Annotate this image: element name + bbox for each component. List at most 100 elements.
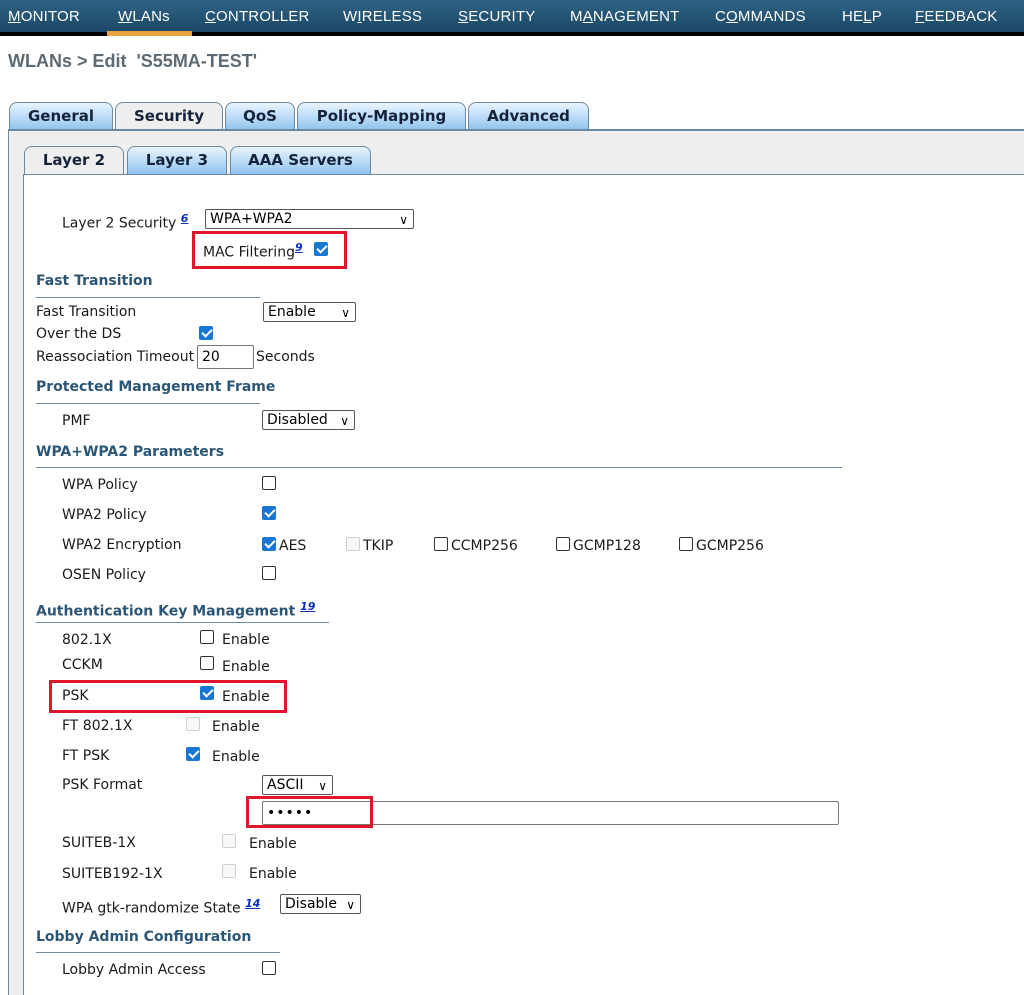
gcmp128-checkbox[interactable] [556,537,570,551]
akm-title: Authentication Key Management [36,603,296,620]
wpa-policy-label: WPA Policy [62,477,138,493]
fast-transition-value: Enable [268,304,316,320]
wpa-policy-checkbox[interactable] [262,476,276,490]
mac-filtering-checkbox[interactable] [314,242,328,256]
section-rule [36,622,329,623]
ft-psk-enable-label: Enable [212,749,260,765]
chevron-down-icon: ∨ [318,779,327,793]
section-lobby-admin: Lobby Admin Configuration [36,929,252,945]
psk-enable-label: Enable [222,689,270,705]
gtk-randomize-label: WPA gtk-randomize State 14 [62,897,260,917]
subtab-aaa-servers[interactable]: AAA Servers [230,146,371,174]
section-wpa-params: WPA+WPA2 Parameters [36,444,225,460]
layer2-security-select[interactable]: WPA+WPA2 ∨ [205,209,414,229]
chevron-down-icon: ∨ [399,213,408,227]
layer2-security-label: Layer 2 Security 6 [62,212,188,232]
osen-policy-label: OSEN Policy [62,567,146,583]
psk-format-value: ASCII [267,777,304,793]
wpa2-policy-checkbox[interactable] [262,506,276,520]
ft-8021x-enable-label: Enable [212,719,260,735]
psk-format-select[interactable]: ASCII ∨ [262,775,333,795]
tab-advanced[interactable]: Advanced [468,102,589,130]
tab-qos[interactable]: QoS [225,102,295,130]
wpa2-policy-label: WPA2 Policy [62,507,147,523]
reassociation-unit-label: Seconds [256,349,315,365]
tab-security[interactable]: Security [115,102,223,132]
gtk-randomize-value: Disable [285,896,337,912]
over-ds-label: Over the DS [36,326,122,342]
suiteb192-enable-label: Enable [249,866,297,882]
section-fast-transition: Fast Transition [36,273,153,289]
dot1x-checkbox[interactable] [200,630,214,644]
aes-label: AES [279,538,307,554]
reassociation-timeout-input[interactable]: 20 [197,345,254,369]
gcmp128-label: GCMP128 [573,538,641,554]
suiteb-label: SUITEB-1X [62,835,136,851]
ccmp256-label: CCMP256 [451,538,518,554]
tab-policy-mapping[interactable]: Policy-Mapping [297,102,466,130]
wpa2-encryption-label: WPA2 Encryption [62,537,182,553]
nav-help[interactable]: HELP [842,8,882,25]
osen-policy-checkbox[interactable] [262,566,276,580]
suiteb192-checkbox [222,864,236,878]
nav-commands[interactable]: COMMANDS [715,8,806,25]
ft-8021x-checkbox [186,717,200,731]
nav-wlans[interactable]: WLANs [118,8,170,25]
tkip-checkbox [346,537,360,551]
psk-format-label: PSK Format [62,777,143,793]
ft-8021x-label: FT 802.1X [62,718,133,734]
layer2-ref-link[interactable]: 6 [181,212,189,225]
chevron-down-icon: ∨ [346,898,355,912]
pmf-select[interactable]: Disabled ∨ [262,410,355,430]
gcmp256-label: GCMP256 [696,538,764,554]
mac-filtering-label: MAC Filtering9 [203,241,303,261]
nav-management[interactable]: MANAGEMENT [570,8,680,25]
gtk-ref-link[interactable]: 14 [245,897,260,910]
nav-wireless[interactable]: WIRELESS [343,8,422,25]
reassociation-timeout-label: Reassociation Timeout [36,349,195,365]
subtab-layer-2[interactable]: Layer 2 [24,146,124,175]
layer2-security-value: WPA+WPA2 [210,211,293,227]
pmf-value: Disabled [267,412,328,428]
ccmp256-checkbox[interactable] [434,537,448,551]
fast-transition-label: Fast Transition [36,304,137,320]
gtk-randomize-select[interactable]: Disable ∨ [280,894,361,914]
mac-filtering-ref-link[interactable]: 9 [295,241,303,254]
ft-psk-checkbox[interactable] [186,747,200,761]
breadcrumb: WLANs > Edit 'S55MA-TEST' [8,51,258,71]
dot1x-enable-label: Enable [222,632,270,648]
pmf-label: PMF [62,413,91,429]
nav-active-indicator [107,31,192,36]
psk-password-input[interactable]: ••••• [262,801,839,825]
psk-label: PSK [62,688,89,704]
section-rule [36,467,842,468]
top-nav-bar: MONITOR WLANs CONTROLLER WIRELESS SECURI… [0,0,1024,36]
suiteb-enable-label: Enable [249,836,297,852]
akm-ref-link[interactable]: 19 [300,600,315,613]
mac-filtering-text: MAC Filtering [203,244,295,261]
nav-monitor[interactable]: MONITOR [8,8,80,25]
cckm-checkbox[interactable] [200,656,214,670]
lobby-admin-access-checkbox[interactable] [262,961,276,975]
nav-feedback[interactable]: FEEDBACK [915,8,997,25]
lobby-admin-access-label: Lobby Admin Access [62,962,206,978]
section-pmf: Protected Management Frame [36,379,276,395]
section-rule [36,952,280,953]
subtab-layer-3[interactable]: Layer 3 [127,146,227,174]
tab-general[interactable]: General [9,102,113,130]
chevron-down-icon: ∨ [340,414,349,428]
aes-checkbox[interactable] [262,537,276,551]
nav-security[interactable]: SECURITY [458,8,535,25]
fast-transition-select[interactable]: Enable ∨ [263,302,356,322]
psk-checkbox[interactable] [200,686,214,700]
section-akm: Authentication Key Management 19 [36,600,315,620]
gcmp256-checkbox[interactable] [679,537,693,551]
gtk-randomize-text: WPA gtk-randomize State [62,900,241,917]
layer2-security-text: Layer 2 Security [62,215,177,232]
section-rule [36,297,260,298]
suiteb-checkbox [222,834,236,848]
chevron-down-icon: ∨ [341,306,350,320]
over-ds-checkbox[interactable] [199,326,213,340]
nav-controller[interactable]: CONTROLLER [205,8,310,25]
cckm-enable-label: Enable [222,659,270,675]
